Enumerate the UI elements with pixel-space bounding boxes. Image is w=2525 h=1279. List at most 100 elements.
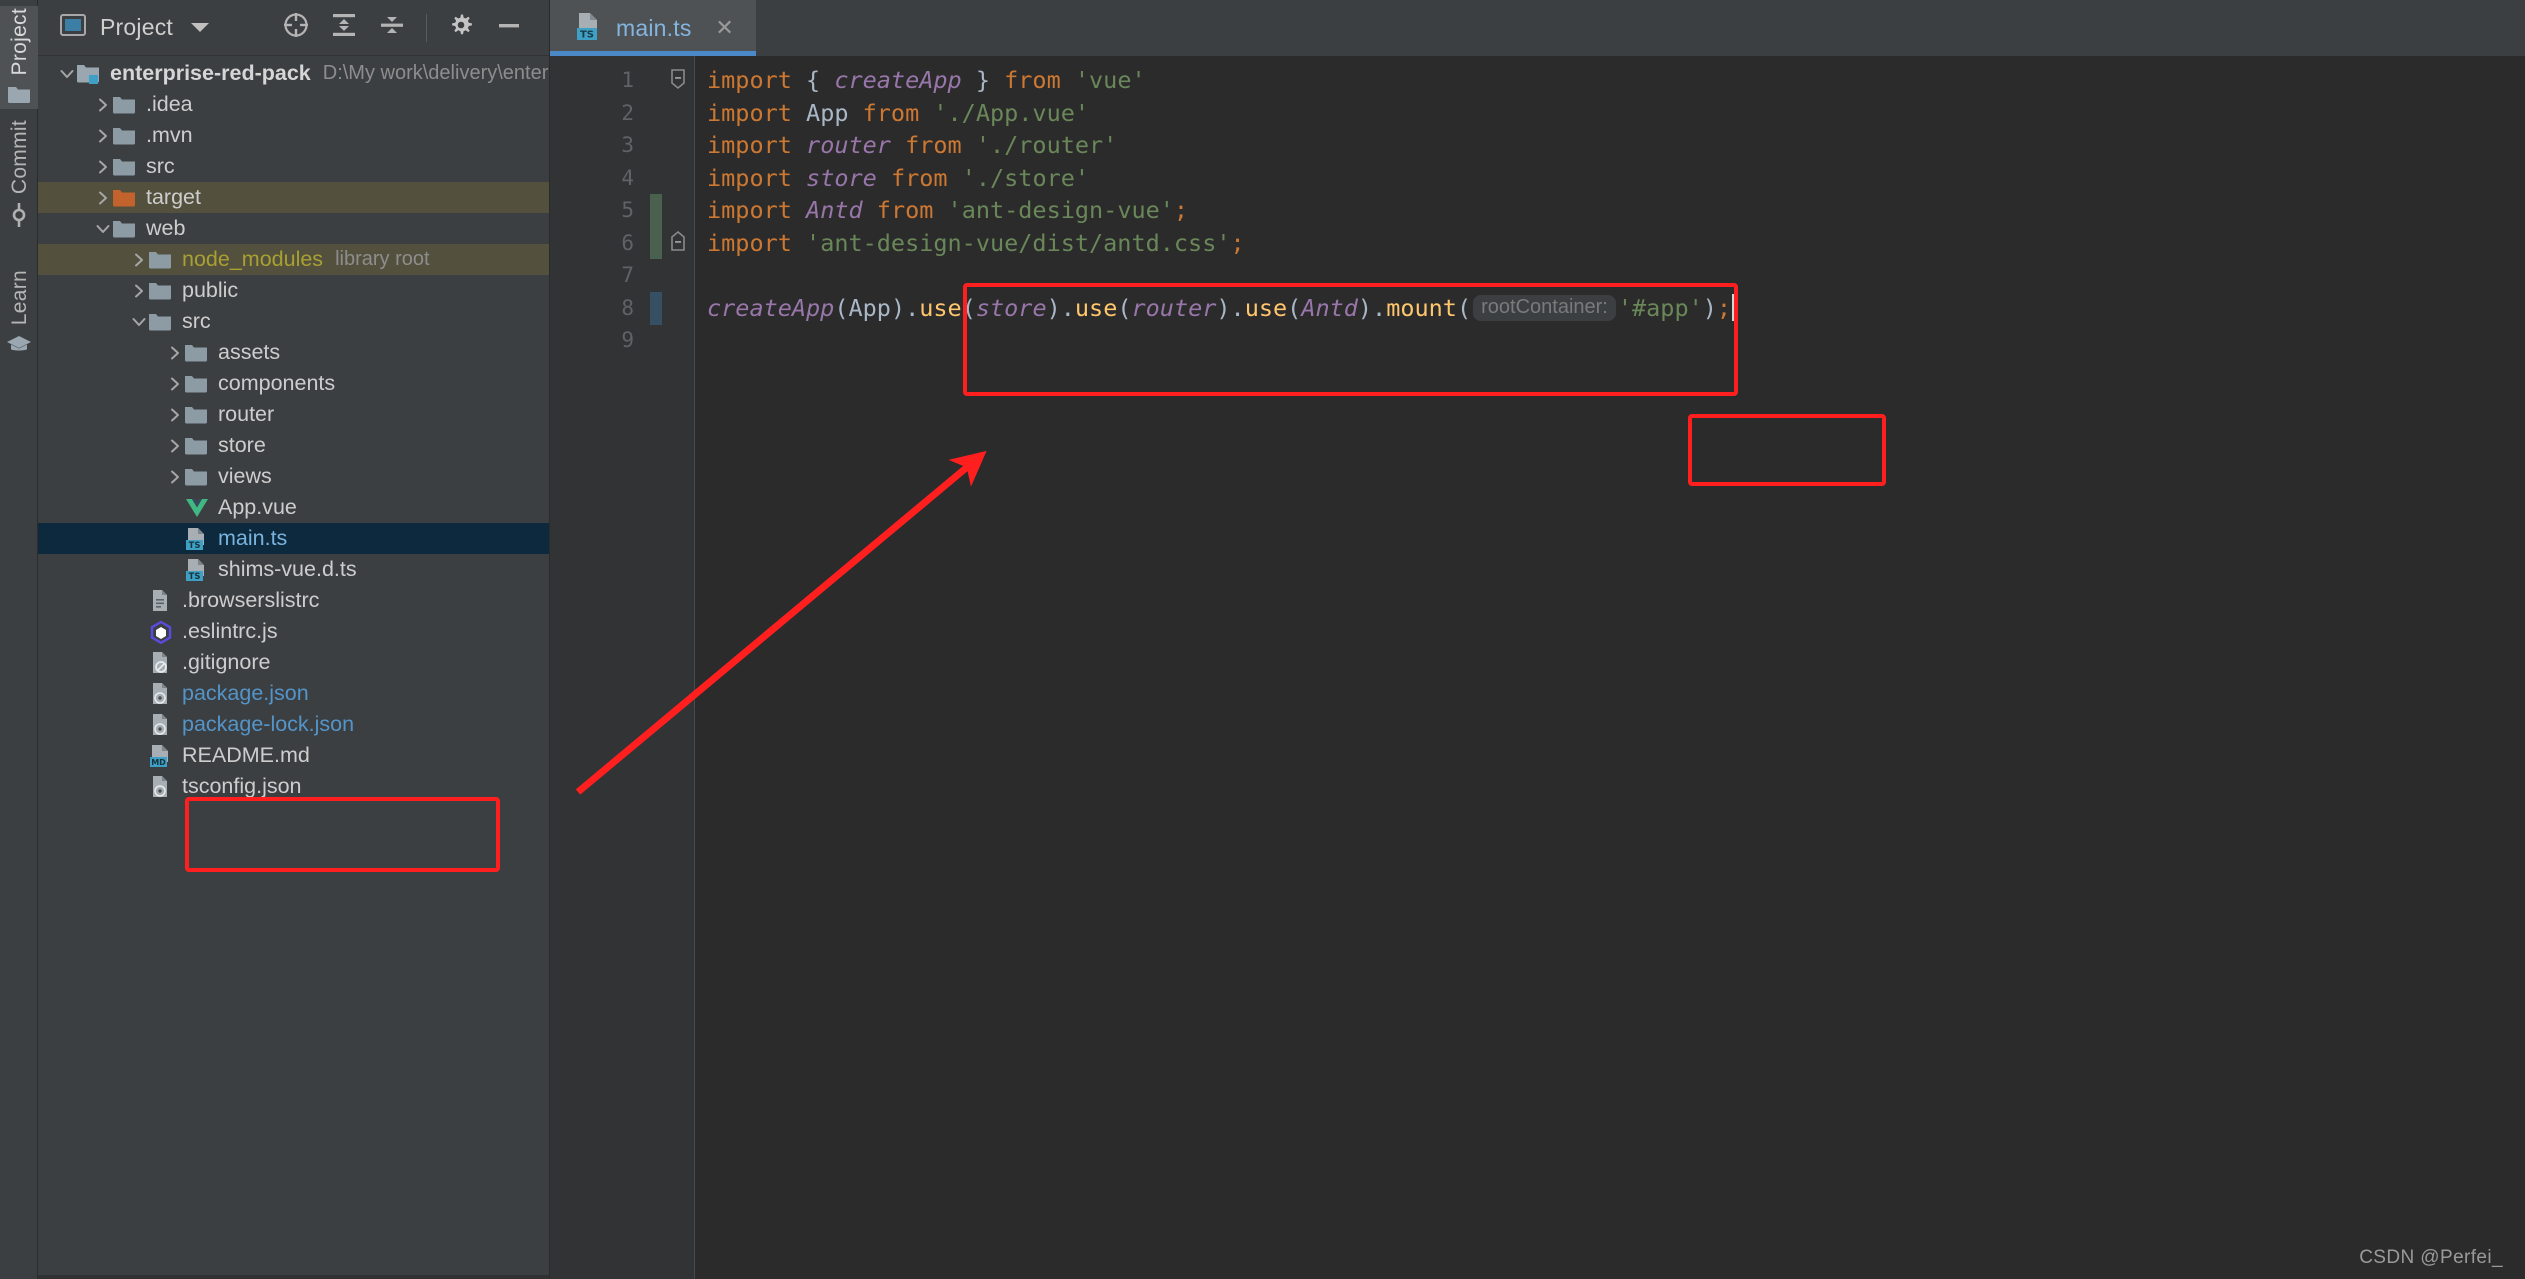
- tree-node-node-modules[interactable]: node_modules library root: [38, 244, 549, 275]
- code-line-2[interactable]: import App from './App.vue': [695, 97, 2525, 130]
- code-token: import: [707, 196, 807, 225]
- chevron-down-icon[interactable]: [94, 220, 112, 238]
- code-token: use: [919, 293, 962, 322]
- tree-node-label: router: [218, 402, 275, 426]
- code-line-8[interactable]: createApp(App). use(store). use(router). us…: [695, 292, 2525, 325]
- chevron-down-icon[interactable]: [190, 23, 209, 32]
- tree-node-label: node_modules: [182, 247, 324, 271]
- fold-marker-line-6[interactable]: [668, 230, 688, 251]
- parameter-hint: rootContainer:: [1473, 294, 1616, 321]
- folder-icon: [112, 124, 138, 148]
- tree-node-readme-md[interactable]: MD README.md: [38, 740, 549, 771]
- close-icon[interactable]: ✕: [714, 17, 736, 39]
- editor-tab-label: main.ts: [616, 14, 692, 41]
- line-number: 3: [621, 133, 634, 158]
- toolbar-separator: [426, 13, 427, 42]
- tree-node-web[interactable]: web: [38, 213, 549, 244]
- tool-button-project[interactable]: Project: [0, 6, 38, 110]
- chevron-right-icon[interactable]: [94, 96, 112, 114]
- chevron-right-icon[interactable]: [166, 437, 184, 455]
- code-content[interactable]: import { createApp } from 'vue' import Ap…: [694, 56, 2525, 1279]
- chevron-right-icon[interactable]: [94, 158, 112, 176]
- tree-node-src[interactable]: src: [38, 306, 549, 337]
- code-line-9[interactable]: [695, 324, 2525, 357]
- code-line-7[interactable]: [695, 259, 2525, 292]
- tree-node-assets[interactable]: assets: [38, 337, 549, 368]
- tree-node-router[interactable]: router: [38, 399, 549, 430]
- tree-node-store[interactable]: store: [38, 430, 549, 461]
- tree-node-package-lock-json[interactable]: package-lock.json: [38, 709, 549, 740]
- tree-node-components[interactable]: components: [38, 368, 549, 399]
- chevron-down-icon[interactable]: [130, 313, 148, 331]
- collapse-all-button[interactable]: [368, 8, 416, 48]
- chevron-down-icon[interactable]: [58, 65, 76, 83]
- expand-all-button[interactable]: [320, 8, 368, 48]
- chevron-right-icon[interactable]: [166, 406, 184, 424]
- code-token: import: [707, 163, 807, 192]
- tree-node-main-ts[interactable]: TS main.ts: [38, 523, 549, 554]
- code-token: (: [961, 293, 976, 322]
- code-token: createApp: [834, 66, 962, 95]
- chevron-right-icon[interactable]: [130, 282, 148, 300]
- editor-tab-main-ts[interactable]: TS main.ts ✕: [550, 0, 756, 56]
- line-number: 8: [621, 295, 634, 320]
- chevron-right-icon[interactable]: [94, 189, 112, 207]
- tree-node--eslintrc-js[interactable]: .eslintrc.js: [38, 616, 549, 647]
- code-line-3[interactable]: import router from './router': [695, 129, 2525, 162]
- line-number: 7: [621, 263, 634, 288]
- select-opened-file-button[interactable]: [272, 8, 320, 48]
- code-line-4[interactable]: import store from './store': [695, 162, 2525, 195]
- editor-area: TS main.ts ✕ 123456789 import {createAp…: [550, 0, 2525, 1279]
- chevron-right-icon[interactable]: [166, 468, 184, 486]
- fold-marker-line-1[interactable]: [668, 68, 688, 90]
- code-token: './store': [961, 163, 1090, 192]
- tree-node-target[interactable]: target: [38, 182, 549, 213]
- settings-button[interactable]: [437, 8, 485, 48]
- code-token: ).: [1046, 293, 1075, 322]
- tree-node-label: src: [146, 154, 175, 178]
- tree-node-tsconfig-json[interactable]: tsconfig.json: [38, 771, 549, 802]
- tree-node-label: shims-vue.d.ts: [218, 557, 357, 581]
- tree-node-label: .eslintrc.js: [182, 619, 278, 643]
- tree-node--mvn[interactable]: .mvn: [38, 120, 549, 151]
- ts-file-icon: TS: [574, 11, 602, 46]
- code-line-1[interactable]: import { createApp } from 'vue': [695, 64, 2525, 97]
- chevron-right-icon[interactable]: [94, 127, 112, 145]
- hide-panel-button[interactable]: [485, 8, 533, 48]
- project-file-tree[interactable]: enterprise-red-pack D:\My work\delivery\e…: [38, 56, 549, 1279]
- tree-node--gitignore[interactable]: .gitignore: [38, 647, 549, 678]
- code-line-5[interactable]: import Antd from 'ant-design-vue';: [695, 194, 2525, 227]
- tree-node--browserslistrc[interactable]: .browserslistrc: [38, 585, 549, 616]
- tree-node-package-json[interactable]: package.json: [38, 678, 549, 709]
- code-token: './App.vue': [933, 98, 1090, 127]
- code-folding-gutter[interactable]: [662, 56, 694, 1279]
- project-tool-window: Project enterprise-red-pack D:\My work\d…: [38, 0, 550, 1279]
- chevron-right-icon[interactable]: [166, 344, 184, 362]
- tree-node-label: web: [146, 216, 186, 240]
- chevron-right-icon[interactable]: [166, 375, 184, 393]
- svg-text:TS: TS: [580, 29, 594, 40]
- tool-button-learn[interactable]: Learn: [0, 268, 38, 359]
- tool-window-strip: Project Commit Learn: [0, 0, 38, 1279]
- tree-node-label: package.json: [182, 681, 309, 705]
- code-token: {: [806, 66, 835, 95]
- tree-node-views[interactable]: views: [38, 461, 549, 492]
- chevron-right-icon[interactable]: [130, 251, 148, 269]
- tree-node-public[interactable]: public: [38, 275, 549, 306]
- tree-node-src[interactable]: src: [38, 151, 549, 182]
- tree-node--idea[interactable]: .idea: [38, 89, 549, 120]
- tool-button-project-label: Project: [7, 8, 31, 76]
- tool-button-commit[interactable]: Commit: [0, 118, 38, 232]
- code-token: from: [876, 196, 948, 225]
- code-line-6[interactable]: import 'ant-design-vue/dist/antd.css';: [695, 227, 2525, 260]
- tree-node-enterprise-red-pack[interactable]: enterprise-red-pack D:\My work\delivery\e…: [38, 58, 549, 89]
- tree-node-app-vue[interactable]: App.vue: [38, 492, 549, 523]
- code-editor[interactable]: 123456789 import {createApp} from 'vue…: [550, 56, 2525, 1279]
- tree-node-shims-vue-d-ts[interactable]: TS shims-vue.d.ts: [38, 554, 549, 585]
